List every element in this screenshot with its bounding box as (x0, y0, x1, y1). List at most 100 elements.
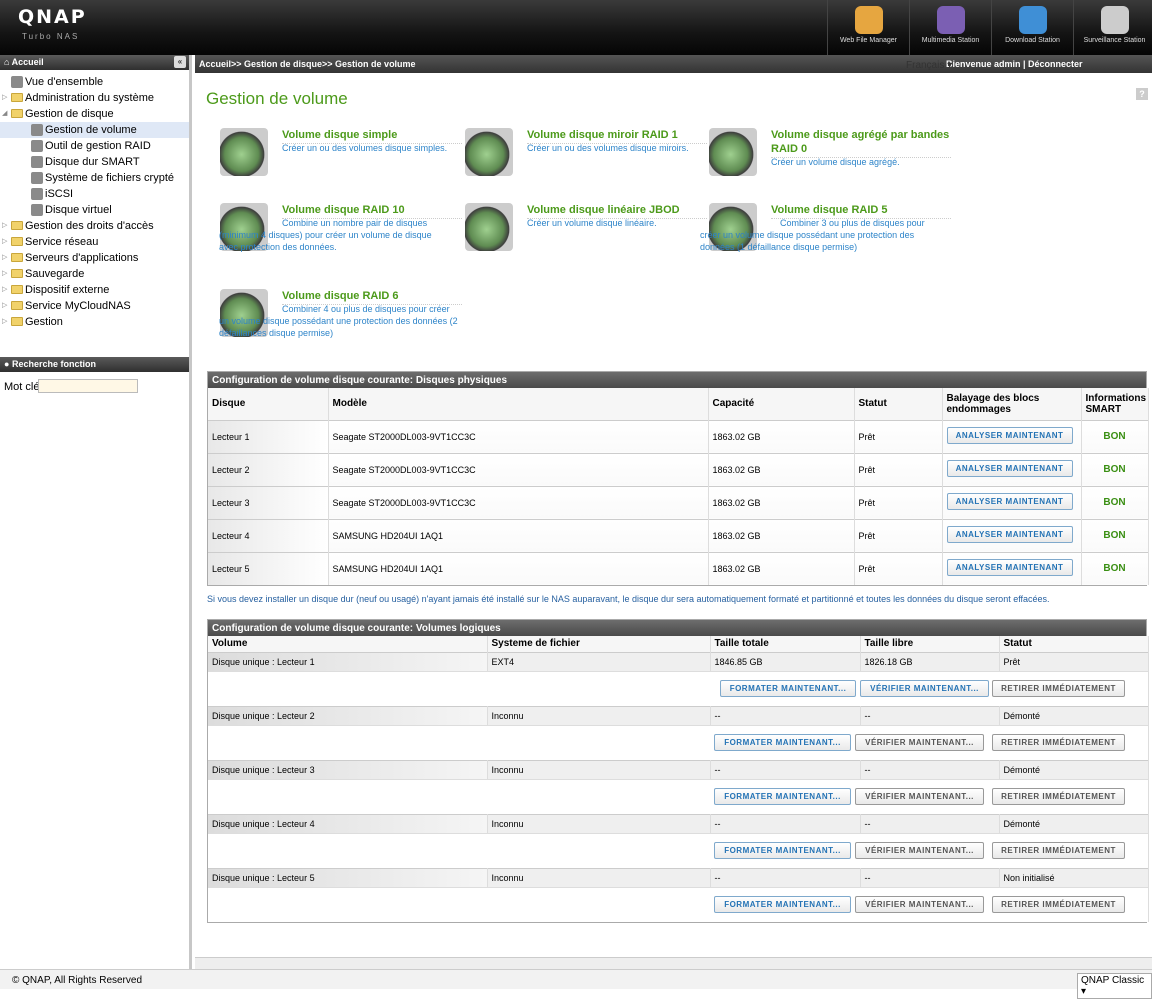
disk-status: Prêt (854, 518, 943, 552)
sidebar-item-sauvegarde[interactable]: ▷ Sauvegarde (0, 266, 189, 282)
format-now-button[interactable]: FORMATER MAINTENANT... (714, 895, 851, 913)
option-description: Créer un volume disque linéaire. (527, 218, 657, 228)
smart-status: BON (1081, 551, 1149, 585)
volume-actions: FORMATER MAINTENANT... VÉRIFIER MAINTENAN… (208, 724, 1149, 760)
option-description: Combiner 3 ou plus de disques pour créer… (700, 218, 925, 252)
format-now-button[interactable]: FORMATER MAINTENANT... (714, 787, 851, 805)
verify-now-button[interactable]: VÉRIFIER MAINTENANT... (855, 841, 984, 859)
disk-capacity: 1863.02 GB (708, 518, 855, 552)
volume-filesystem: Inconnu (487, 813, 711, 833)
expand-toggle-icon[interactable]: ▷ (2, 314, 10, 330)
sidebar-item-disque-virtuel[interactable]: Disque virtuel (0, 202, 189, 218)
remove-now-button[interactable]: RETIRER IMMÉDIATEMENT (992, 787, 1125, 805)
sidebar-item-serveurs-d-applications[interactable]: ▷ Serveurs d'applications (0, 250, 189, 266)
scan-now-button[interactable]: ANALYSER MAINTENANT (946, 493, 1073, 510)
format-now-button[interactable]: FORMATER MAINTENANT... (720, 679, 856, 697)
volume-filesystem: Inconnu (487, 705, 711, 725)
sidebar-item-label: Gestion des droits d'accès (25, 220, 154, 232)
horizontal-scrollbar[interactable] (195, 957, 1152, 969)
sidebar-item-administration-du-systeme[interactable]: ▷ Administration du système (0, 90, 189, 106)
disk-name: Lecteur 5 (208, 551, 329, 585)
expand-toggle-icon[interactable]: ▷ (2, 250, 10, 266)
scan-now-button[interactable]: ANALYSER MAINTENANT (946, 559, 1073, 577)
language-select[interactable]: Français ▾ (906, 60, 952, 71)
scan-cell: ANALYSER MAINTENANT (942, 485, 1082, 519)
page-icon (31, 124, 43, 136)
sidebar-header: ⌂ Accueil « (0, 55, 189, 70)
disk-capacity: 1863.02 GB (708, 419, 855, 453)
sidebar-item-label: Dispositif externe (25, 284, 110, 296)
sidebar-item-gestion-de-disque[interactable]: ◢ Gestion de disque (0, 106, 189, 122)
verify-now-button[interactable]: VÉRIFIER MAINTENANT... (855, 733, 984, 751)
station-download-station[interactable]: Download Station (991, 0, 1073, 55)
volume-free-size: -- (860, 813, 1000, 833)
sidebar-item-service-reseau[interactable]: ▷ Service réseau (0, 234, 189, 250)
column-header-taille-totale: Taille totale (710, 636, 861, 652)
disk-name: Lecteur 1 (208, 419, 329, 453)
sidebar-item-gestion-de-volume[interactable]: Gestion de volume (0, 122, 189, 138)
column-header-systeme-de-fichier: Systeme de fichier (487, 636, 711, 652)
remove-now-button[interactable]: RETIRER IMMÉDIATEMENT (992, 841, 1125, 859)
folder-icon (11, 109, 23, 118)
help-icon[interactable]: ? (1136, 88, 1148, 100)
expand-toggle-icon[interactable]: ▷ (2, 282, 10, 298)
volume-name: Disque unique : Lecteur 5 (208, 867, 488, 887)
remove-now-button[interactable]: RETIRER IMMÉDIATEMENT (992, 895, 1125, 913)
surveillance-station-icon (1100, 6, 1129, 34)
scan-now-button[interactable]: ANALYSER MAINTENANT (946, 460, 1073, 477)
physical-disks-title: Configuration de volume disque courante:… (208, 372, 1146, 388)
expand-toggle-icon[interactable]: ▷ (2, 298, 10, 314)
volume-status: Démonté (999, 759, 1149, 779)
remove-now-button[interactable]: RETIRER IMMÉDIATEMENT (992, 733, 1125, 751)
keyword-input[interactable] (38, 379, 138, 393)
column-header-volume: Volume (208, 636, 488, 652)
top-banner: QNAP Turbo NAS Web File Manager Multimedi… (0, 0, 1152, 55)
verify-now-button[interactable]: VÉRIFIER MAINTENANT... (855, 895, 984, 913)
column-header-taille-libre: Taille libre (860, 636, 1000, 652)
theme-select[interactable]: QNAP Classic ▾ (1077, 973, 1152, 999)
scan-now-button[interactable]: ANALYSER MAINTENANT (946, 526, 1073, 543)
sidebar-item-disque-dur-smart[interactable]: Disque dur SMART (0, 154, 189, 170)
copyright: © QNAP, All Rights Reserved (12, 975, 143, 986)
verify-now-button[interactable]: VÉRIFIER MAINTENANT... (855, 787, 984, 805)
volume-actions: FORMATER MAINTENANT... VÉRIFIER MAINTENAN… (208, 778, 1149, 814)
sidebar-item-gestion-des-droits-d-acces[interactable]: ▷ Gestion des droits d'accès (0, 218, 189, 234)
station-multimedia-station[interactable]: Multimedia Station (909, 0, 991, 55)
format-now-button[interactable]: FORMATER MAINTENANT... (714, 841, 851, 859)
sidebar-item-service-mycloudnas[interactable]: ▷ Service MyCloudNAS (0, 298, 189, 314)
sidebar-item-label: Disque dur SMART (45, 156, 140, 168)
sidebar-item-vue-d-ensemble[interactable]: Vue d'ensemble (0, 74, 189, 90)
expand-toggle-icon[interactable]: ◢ (2, 106, 10, 122)
format-now-button[interactable]: FORMATER MAINTENANT... (714, 733, 851, 751)
sidebar-item-label: Disque virtuel (45, 204, 112, 216)
sidebar-item-gestion[interactable]: ▷ Gestion (0, 314, 189, 330)
sidebar-title: Accueil (11, 57, 44, 67)
breadcrumb[interactable]: Accueil>> Gestion de disque>> Gestion de… (199, 59, 416, 69)
expand-toggle-icon[interactable]: ▷ (2, 266, 10, 282)
remove-now-button[interactable]: RETIRER IMMÉDIATEMENT (992, 679, 1125, 697)
table-row: Lecteur 5 SAMSUNG HD204UI 1AQ1 1863.02 GB P… (208, 551, 1149, 585)
volume-filesystem: Inconnu (487, 759, 711, 779)
station-web-file-manager[interactable]: Web File Manager (827, 0, 909, 55)
sidebar-item-systeme-de-fichiers-crypte[interactable]: Système de fichiers crypté (0, 170, 189, 186)
sidebar-item-dispositif-externe[interactable]: ▷ Dispositif externe (0, 282, 189, 298)
station-surveillance-station[interactable]: Surveillance Station (1073, 0, 1152, 55)
page-icon (31, 188, 43, 200)
scan-cell: ANALYSER MAINTENANT (942, 551, 1082, 585)
volume-status: Démonté (999, 705, 1149, 725)
scan-now-button[interactable]: ANALYSER MAINTENANT (946, 427, 1073, 444)
expand-toggle-icon[interactable]: ▷ (2, 218, 10, 234)
sidebar-item-outil-de-gestion-raid[interactable]: Outil de gestion RAID (0, 138, 189, 154)
button-group: FORMATER MAINTENANT... VÉRIFIER MAINTENAN… (212, 672, 1144, 706)
collapse-button[interactable]: « (174, 56, 186, 68)
sidebar-item-label: Outil de gestion RAID (45, 140, 151, 152)
sidebar-item-iscsi[interactable]: iSCSI (0, 186, 189, 202)
expand-toggle-icon[interactable]: ▷ (2, 90, 10, 106)
volume-name: Disque unique : Lecteur 1 (208, 651, 488, 671)
option-description: Créer un ou des volumes disque miroirs. (527, 143, 689, 153)
welcome-logout[interactable]: Bienvenue admin | Déconnecter (946, 59, 1083, 69)
expand-toggle-icon[interactable]: ▷ (2, 234, 10, 250)
option-title[interactable]: Volume disque agrégé par bandes RAID 0 (771, 128, 951, 158)
volume-filesystem: EXT4 (487, 651, 711, 671)
verify-now-button[interactable]: VÉRIFIER MAINTENANT... (860, 679, 989, 697)
